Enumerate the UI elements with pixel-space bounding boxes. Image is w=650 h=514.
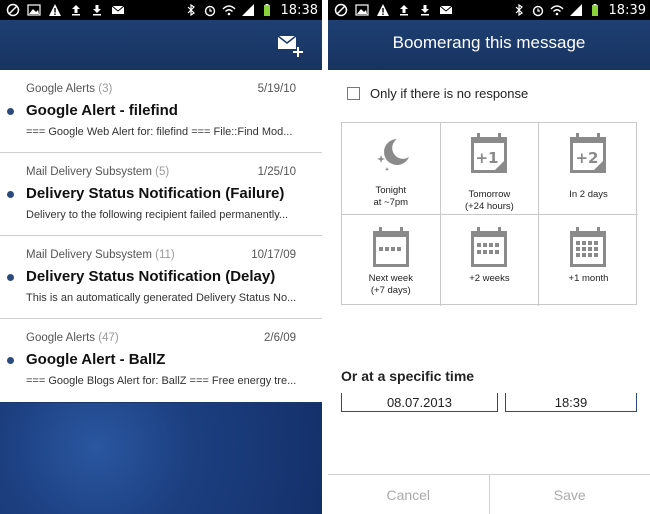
wifi-icon: [222, 5, 236, 16]
calendar-plus2-icon: +2: [570, 133, 607, 173]
inbox-header: [0, 20, 322, 70]
status-clock: 18:38: [280, 3, 318, 18]
mail-sender: Google Alerts (47): [26, 332, 119, 344]
option-label: Tonight: [375, 185, 407, 196]
bluetooth-icon: [187, 3, 195, 17]
option-label: Tomorrow: [468, 189, 511, 200]
wallpaper-background: [0, 403, 322, 514]
option-tomorrow[interactable]: +1 Tomorrow (+24 hours): [440, 123, 540, 215]
mail-sender: Mail Delivery Subsystem (11): [26, 249, 175, 261]
dialog-footer: Cancel Save: [328, 474, 650, 514]
option-next-week[interactable]: Next week (+7 days): [342, 214, 441, 306]
wifi-icon: [550, 5, 564, 16]
mail-subject: Delivery Status Notification (Delay): [26, 268, 276, 285]
svg-text:+1: +1: [476, 149, 499, 167]
signal-icon: [242, 4, 254, 16]
mail-date: 10/17/09: [251, 249, 296, 261]
option-1-month[interactable]: +1 month: [539, 215, 638, 307]
block-icon: [6, 3, 20, 17]
unread-dot-icon: [7, 108, 14, 115]
download-icon: [93, 5, 101, 16]
mail-date: 1/25/10: [257, 166, 296, 178]
calendar-plus1-icon: +1: [471, 133, 508, 173]
download-icon: [421, 5, 429, 16]
status-bar: 18:39: [328, 0, 650, 20]
unread-dot-icon: [7, 191, 14, 198]
upload-icon: [72, 5, 80, 16]
image-icon: [355, 4, 369, 16]
svg-text:+2: +2: [576, 149, 599, 167]
mail-item[interactable]: Google Alerts (3) 5/19/10 Google Alert -…: [0, 70, 322, 153]
option-label: Next week: [368, 272, 413, 284]
status-clock: 18:39: [608, 3, 646, 18]
image-icon: [27, 4, 41, 16]
mail-subject: Delivery Status Notification (Failure): [26, 185, 285, 202]
mail-icon: [439, 5, 453, 14]
calendar-2weeks-icon: [471, 226, 508, 267]
option-label: +2 weeks: [469, 272, 510, 284]
compose-mail-icon[interactable]: [276, 32, 306, 60]
no-response-checkbox[interactable]: [347, 87, 360, 100]
time-field[interactable]: [505, 393, 637, 412]
battery-icon: [592, 4, 598, 16]
option-tonight[interactable]: Tonight at ~7pm: [342, 123, 441, 215]
mail-preview: === Google Web Alert for: filefind === F…: [26, 126, 293, 138]
mail-icon: [111, 5, 125, 14]
alarm-icon: [204, 5, 216, 17]
mail-item[interactable]: Mail Delivery Subsystem (5) 1/25/10 Deli…: [0, 153, 322, 236]
bluetooth-icon: [515, 3, 523, 17]
alarm-icon: [532, 5, 544, 17]
option-label: +1 month: [568, 272, 609, 284]
specific-time-title: Or at a specific time: [341, 368, 475, 384]
mail-sender: Mail Delivery Subsystem (5): [26, 166, 170, 178]
mail-preview: Delivery to the following recipient fail…: [26, 209, 289, 221]
battery-icon: [264, 4, 270, 16]
date-field[interactable]: [341, 393, 498, 412]
time-options-grid: Tonight at ~7pm +1 Tomorrow (+24 hours): [341, 122, 638, 307]
mail-subject: Google Alert - filefind: [26, 102, 178, 119]
option-label: In 2 days: [569, 189, 608, 200]
cancel-button[interactable]: Cancel: [328, 475, 489, 514]
mail-item[interactable]: Mail Delivery Subsystem (11) 10/17/09 De…: [0, 236, 322, 319]
mail-list: Google Alerts (3) 5/19/10 Google Alert -…: [0, 70, 322, 402]
option-sublabel: (+24 hours): [464, 201, 514, 212]
no-response-option[interactable]: Only if there is no response: [347, 86, 528, 101]
warning-icon: [49, 4, 61, 16]
mail-date: 2/6/09: [264, 332, 296, 344]
unread-dot-icon: [7, 357, 14, 364]
mail-sender: Google Alerts (3): [26, 83, 113, 95]
block-icon: [334, 3, 348, 17]
signal-icon: [570, 4, 582, 16]
warning-icon: [377, 4, 389, 16]
inbox-screen: 18:38 Google Alerts (3) 5/19/10 Google A…: [0, 0, 322, 514]
no-response-label: Only if there is no response: [370, 86, 529, 101]
option-2-weeks[interactable]: +2 weeks: [441, 214, 540, 306]
moon-stars-icon: [376, 139, 409, 172]
mail-preview: === Google Blogs Alert for: BallZ === Fr…: [26, 375, 297, 387]
unread-dot-icon: [7, 274, 14, 281]
boomerang-screen: 18:39 Boomerang this message Only if the…: [328, 0, 650, 514]
status-bar: 18:38: [0, 0, 322, 20]
mail-subject: Google Alert - BallZ: [26, 351, 166, 368]
save-button[interactable]: Save: [488, 475, 650, 514]
option-sublabel: at ~7pm: [373, 197, 409, 208]
calendar-week-icon: [372, 226, 409, 267]
option-sublabel: (+7 days): [370, 284, 411, 296]
mail-date: 5/19/10: [257, 83, 296, 95]
mail-item[interactable]: Google Alerts (47) 2/6/09 Google Alert -…: [0, 319, 322, 402]
option-in-2-days[interactable]: +2 In 2 days: [539, 123, 638, 215]
dialog-title: Boomerang this message: [328, 20, 650, 70]
upload-icon: [400, 5, 408, 16]
mail-preview: This is an automatically generated Deliv…: [26, 292, 297, 304]
calendar-month-icon: [570, 226, 607, 267]
